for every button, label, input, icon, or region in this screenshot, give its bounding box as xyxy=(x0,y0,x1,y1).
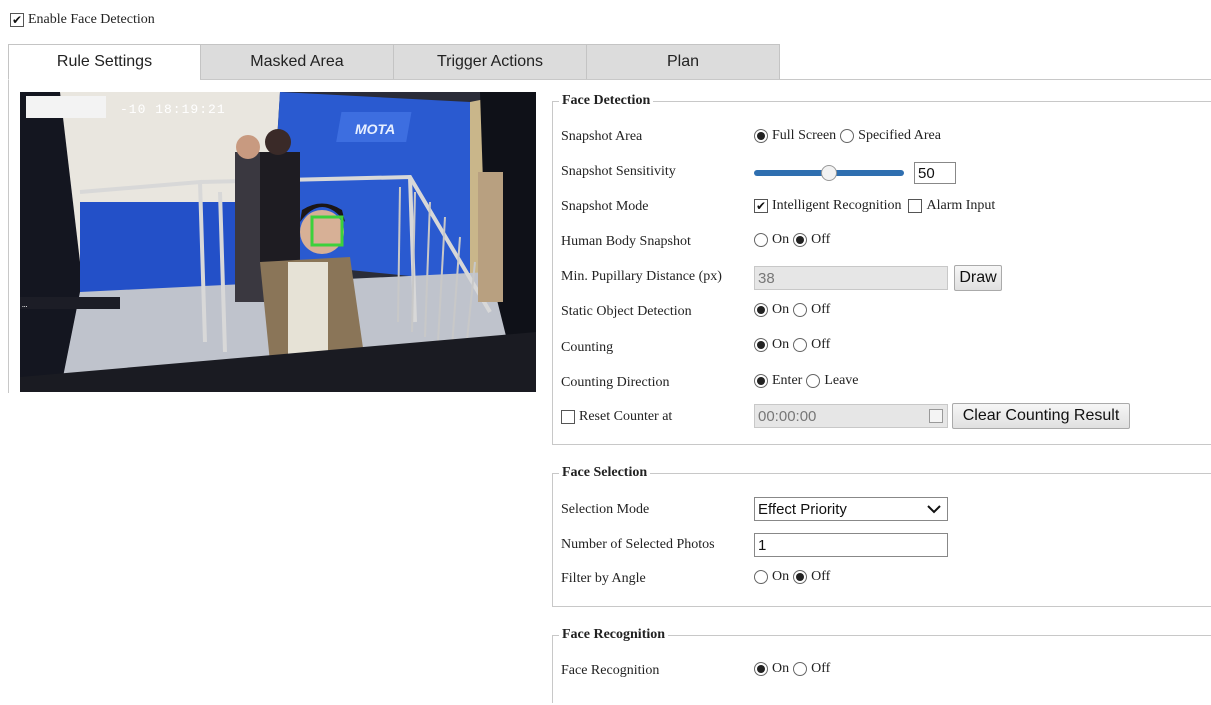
number-selected-photos-control: 1 xyxy=(754,533,948,557)
intelligent-recognition-label: Intelligent Recognition xyxy=(772,198,902,213)
direction-enter-radio[interactable] xyxy=(754,374,768,388)
reset-counter-control: 00:00:00 Clear Counting Result xyxy=(754,403,1130,429)
draw-button[interactable]: Draw xyxy=(954,265,1002,291)
human-body-on-label: On xyxy=(772,232,790,247)
snapshot-area-specified-label: Specified Area xyxy=(858,128,941,143)
human-body-on-radio[interactable] xyxy=(754,233,768,247)
static-object-on-label: On xyxy=(772,302,790,317)
snapshot-area-label: Snapshot Area xyxy=(561,129,643,144)
counting-direction-label: Counting Direction xyxy=(561,375,670,390)
enable-face-detection-checkbox[interactable]: ✔ xyxy=(10,13,24,27)
pupillary-distance-input[interactable]: 38 xyxy=(754,266,948,290)
tab-bar: Rule Settings Masked Area Trigger Action… xyxy=(8,44,780,80)
tab-divider xyxy=(200,79,1211,80)
static-object-off-label: Off xyxy=(811,302,831,317)
sensitivity-value-input[interactable]: 50 xyxy=(914,162,956,184)
filter-angle-off-radio[interactable] xyxy=(793,570,808,584)
face-recognition-off-radio[interactable] xyxy=(793,662,808,676)
filter-angle-off-label: Off xyxy=(811,569,831,584)
static-object-detection-options: On Off xyxy=(754,302,830,318)
direction-leave-label: Leave xyxy=(824,373,859,388)
face-recognition-legend: Face Recognition xyxy=(559,627,669,643)
reset-time-value: 00:00:00 xyxy=(758,407,817,425)
svg-text:MOTA: MOTA xyxy=(355,121,395,137)
svg-text:…: … xyxy=(22,300,27,310)
snapshot-area-specified-radio[interactable] xyxy=(840,129,855,143)
pupillary-distance-label: Min. Pupillary Distance (px) xyxy=(561,269,722,284)
snapshot-mode-options: ✔ Intelligent Recognition Alarm Input xyxy=(754,198,995,214)
enable-face-detection[interactable]: ✔ Enable Face Detection xyxy=(10,12,155,28)
human-body-off-radio[interactable] xyxy=(793,233,808,247)
selection-mode-select[interactable]: Effect Priority xyxy=(754,497,948,521)
clock-icon[interactable] xyxy=(929,409,943,423)
face-recognition-on-label: On xyxy=(772,661,790,676)
direction-enter-label: Enter xyxy=(772,373,803,388)
counting-label: Counting xyxy=(561,340,614,355)
reset-time-input[interactable]: 00:00:00 xyxy=(754,404,948,428)
reset-counter-checkbox[interactable] xyxy=(561,410,575,424)
filter-angle-on-label: On xyxy=(772,569,790,584)
live-video-preview[interactable]: MOTA … xyxy=(20,92,536,392)
static-object-on-radio[interactable] xyxy=(754,303,768,317)
counting-off-label: Off xyxy=(811,337,831,352)
snapshot-area-full-screen-label: Full Screen xyxy=(772,128,837,143)
number-selected-photos-label: Number of Selected Photos xyxy=(561,537,715,552)
face-recognition-on-radio[interactable] xyxy=(754,662,768,676)
clear-counting-result-button[interactable]: Clear Counting Result xyxy=(952,403,1130,429)
snapshot-sensitivity-control: 50 xyxy=(754,162,956,184)
number-selected-photos-input[interactable]: 1 xyxy=(754,533,948,557)
tab-masked-area[interactable]: Masked Area xyxy=(201,44,394,80)
video-scene: MOTA … xyxy=(20,92,536,392)
tab-trigger-actions[interactable]: Trigger Actions xyxy=(394,44,587,80)
reset-counter-row: Reset Counter at xyxy=(561,409,672,425)
snapshot-area-full-screen-radio[interactable] xyxy=(754,129,768,143)
face-detection-legend: Face Detection xyxy=(559,93,654,109)
filter-angle-on-radio[interactable] xyxy=(754,570,768,584)
snapshot-sensitivity-label: Snapshot Sensitivity xyxy=(561,164,676,179)
counting-on-radio[interactable] xyxy=(754,338,768,352)
video-osd-logo xyxy=(26,96,106,118)
human-body-snapshot-label: Human Body Snapshot xyxy=(561,234,691,249)
face-recognition-off-label: Off xyxy=(811,661,831,676)
enable-face-detection-label: Enable Face Detection xyxy=(28,12,155,27)
reset-counter-label: Reset Counter at xyxy=(579,409,673,424)
human-body-off-label: Off xyxy=(811,232,831,247)
snapshot-mode-label: Snapshot Mode xyxy=(561,199,649,214)
static-object-off-radio[interactable] xyxy=(793,303,808,317)
counting-off-radio[interactable] xyxy=(793,338,808,352)
face-selection-legend: Face Selection xyxy=(559,465,651,481)
video-osd-timestamp: -10 18:19:21 xyxy=(120,102,226,117)
face-recognition-options: On Off xyxy=(754,661,830,677)
sensitivity-slider[interactable] xyxy=(754,165,904,181)
alarm-input-checkbox[interactable] xyxy=(908,199,923,213)
selection-mode-control: Effect Priority xyxy=(754,497,948,521)
direction-leave-radio[interactable] xyxy=(806,374,821,388)
filter-by-angle-options: On Off xyxy=(754,569,830,585)
selection-mode-value: Effect Priority xyxy=(758,500,847,518)
alarm-input-label: Alarm Input xyxy=(926,198,996,213)
sensitivity-slider-thumb[interactable] xyxy=(821,165,837,181)
pupillary-distance-control: 38 Draw xyxy=(754,265,1002,291)
chevron-down-icon xyxy=(927,505,941,514)
tab-rule-settings[interactable]: Rule Settings xyxy=(8,44,201,80)
counting-options: On Off xyxy=(754,337,830,353)
counting-on-label: On xyxy=(772,337,790,352)
static-object-detection-label: Static Object Detection xyxy=(561,304,692,319)
counting-direction-options: Enter Leave xyxy=(754,373,859,389)
filter-by-angle-label: Filter by Angle xyxy=(561,571,646,586)
intelligent-recognition-checkbox[interactable]: ✔ xyxy=(754,199,768,213)
tab-plan[interactable]: Plan xyxy=(587,44,780,80)
panel-border xyxy=(8,80,9,393)
human-body-snapshot-options: On Off xyxy=(754,232,830,248)
snapshot-area-options: Full Screen Specified Area xyxy=(754,128,941,144)
selection-mode-label: Selection Mode xyxy=(561,502,650,517)
face-recognition-label: Face Recognition xyxy=(561,663,660,678)
